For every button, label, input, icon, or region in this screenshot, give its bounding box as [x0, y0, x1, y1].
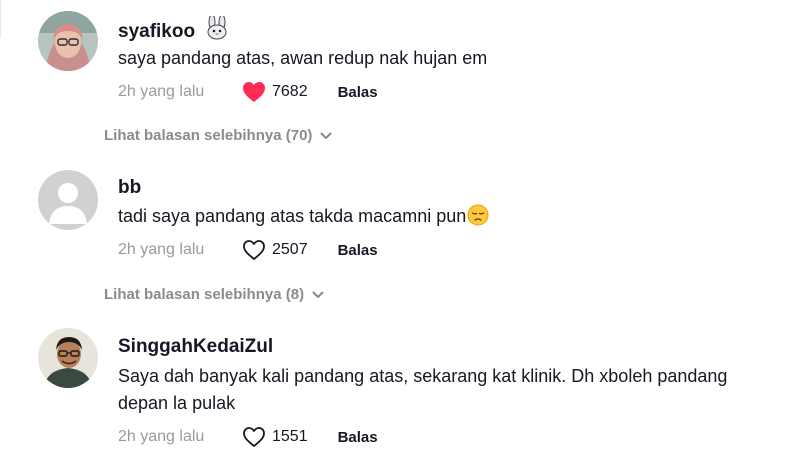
comment-meta: 2h yang lalu 7682 Balas — [118, 81, 378, 103]
avatar[interactable] — [38, 170, 98, 230]
chevron-down-icon — [320, 132, 332, 139]
comment-meta: 2h yang lalu 2507 Balas — [118, 239, 378, 261]
heart-outline-icon — [243, 427, 265, 447]
reply-button[interactable]: Balas — [338, 242, 378, 259]
avatar-image — [38, 11, 98, 71]
comment-text: tadi saya pandang atas takda macamni pun — [118, 203, 489, 234]
comment-username[interactable]: SinggahKedaiZul — [118, 336, 273, 358]
comment-time: 2h yang lalu — [118, 83, 205, 100]
comment-meta: 2h yang lalu 1551 Balas — [118, 426, 378, 448]
reply-button[interactable]: Balas — [338, 84, 378, 101]
chevron-down-icon — [312, 291, 324, 298]
reply-button[interactable]: Balas — [338, 429, 378, 446]
view-replies-button[interactable]: Lihat balasan selebihnya (8) — [104, 286, 324, 303]
comment-text-line-2: depan la pulak — [118, 393, 236, 413]
like-count: 1551 — [272, 428, 308, 445]
like-count: 7682 — [272, 83, 308, 100]
avatar[interactable] — [38, 11, 98, 71]
like-count: 2507 — [272, 241, 308, 258]
view-replies-button[interactable]: Lihat balasan selebihnya (70) — [104, 127, 332, 144]
rabbit-emoji-icon — [203, 14, 231, 46]
username-text: syafikoo — [118, 21, 196, 42]
default-avatar-icon — [38, 170, 98, 230]
avatar[interactable] — [38, 328, 98, 388]
heart-filled-icon — [243, 82, 265, 102]
comment-username[interactable]: bb — [118, 177, 141, 199]
comment-time: 2h yang lalu — [118, 428, 205, 445]
comment-text: saya pandang atas, awan redup nak hujan … — [118, 48, 488, 68]
view-replies-label: Lihat balasan selebihnya (70) — [104, 127, 313, 144]
like-button[interactable]: 2507 — [242, 239, 308, 261]
comment-item: syafikoo saya pandang atas, awan redup n… — [0, 0, 807, 160]
comment-text-content: tadi saya pandang atas takda macamni pun — [118, 206, 467, 226]
heart-outline-icon — [243, 240, 265, 260]
comment-item: SinggahKedaiZul Saya dah banyak kali pan… — [0, 310, 807, 471]
comment-username[interactable]: syafikoo — [118, 14, 231, 46]
comment-text-line-1: Saya dah banyak kali pandang atas, sekar… — [118, 366, 728, 386]
view-replies-label: Lihat balasan selebihnya (8) — [104, 286, 305, 303]
comment-time: 2h yang lalu — [118, 241, 205, 258]
like-button[interactable]: 1551 — [242, 426, 308, 448]
pensive-face-emoji-icon — [467, 204, 489, 234]
like-button[interactable]: 7682 — [242, 81, 308, 103]
avatar-image — [38, 328, 98, 388]
comment-item: bb tadi saya pandang atas takda macamni … — [0, 160, 807, 310]
